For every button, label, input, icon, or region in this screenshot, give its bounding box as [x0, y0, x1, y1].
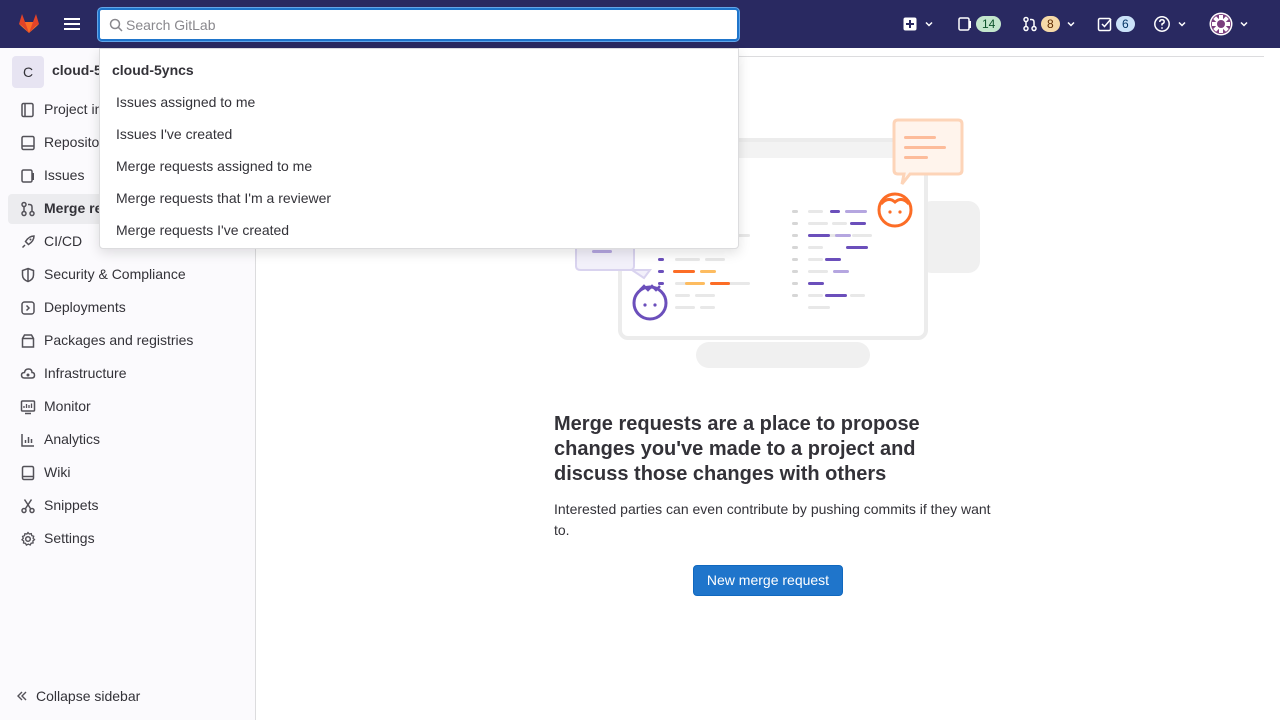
dropdown-item-mrs-assigned[interactable]: Merge requests assigned to me: [116, 158, 312, 174]
top-navbar: 14 8 6: [0, 0, 1280, 48]
chevron-down-icon: [1178, 21, 1186, 27]
search-icon: [109, 18, 123, 32]
sidebar-item-deployments[interactable]: Deployments: [8, 293, 248, 323]
sidebar-item-label: Deployments: [44, 299, 126, 315]
sidebar-item-label: Analytics: [44, 431, 101, 447]
question-icon: [1154, 16, 1170, 32]
empty-state-description: Interested parties can even contribute b…: [554, 501, 991, 538]
cloud-icon: [20, 368, 36, 379]
sidebar-item-label: Wiki: [44, 464, 71, 480]
chevron-down-icon: [1067, 21, 1075, 27]
user-menu[interactable]: [1209, 12, 1249, 36]
sidebar-item-label: Packages and registries: [44, 332, 194, 348]
sidebar-item-label: Snippets: [44, 497, 99, 513]
rocket-icon: [21, 235, 35, 249]
search-suggestions-dropdown: cloud-5yncs Issues assigned to me Issues…: [99, 48, 739, 249]
sidebar-item-analytics[interactable]: Analytics: [8, 425, 248, 455]
project-avatar[interactable]: C: [12, 56, 44, 88]
dropdown-header: cloud-5yncs: [112, 62, 194, 78]
sidebar-item-wiki[interactable]: Wiki: [8, 458, 248, 488]
search-box[interactable]: [98, 8, 739, 41]
sidebar-item-label: Security & Compliance: [44, 266, 186, 282]
sidebar-item-label: Monitor: [44, 398, 91, 414]
user-avatar: [1209, 12, 1233, 36]
merge-request-icon: [21, 201, 35, 217]
sidebar-item-packages-registries[interactable]: Packages and registries: [8, 326, 248, 356]
sidebar-item-label: Issues: [44, 167, 85, 183]
sidebar-item-label: Infrastructure: [44, 365, 127, 381]
create-new-dropdown[interactable]: [902, 14, 934, 34]
chevron-down-icon: [925, 21, 933, 27]
help-dropdown[interactable]: [1153, 14, 1187, 34]
issues-icon: [958, 17, 971, 31]
scissors-icon: [21, 499, 35, 514]
collapse-sidebar-label: Collapse sidebar: [36, 688, 141, 704]
empty-state-title: Merge requests are a place to propose ch…: [554, 413, 920, 485]
chart-icon: [21, 434, 34, 447]
dropdown-item-issues-created[interactable]: Issues I've created: [116, 126, 232, 142]
sidebar-item-label: Settings: [44, 530, 95, 546]
shield-icon: [21, 267, 35, 283]
new-merge-request-button[interactable]: New merge request: [693, 565, 843, 596]
issues-nav[interactable]: 14: [957, 14, 1002, 34]
menu-icon[interactable]: [62, 14, 82, 34]
book-icon: [21, 465, 35, 481]
sidebar-item-infrastructure[interactable]: Infrastructure: [8, 359, 248, 389]
todo-icon: [1097, 17, 1112, 32]
issues-icon: [21, 169, 34, 183]
merge-requests-count-badge: 8: [1041, 16, 1060, 32]
chevron-double-left-icon: [17, 691, 27, 701]
search-input[interactable]: [126, 14, 726, 36]
plus-square-icon: [903, 17, 917, 31]
monitor-icon: [20, 400, 36, 415]
sidebar-item-snippets[interactable]: Snippets: [8, 491, 248, 521]
dropdown-item-issues-assigned[interactable]: Issues assigned to me: [116, 94, 255, 110]
project-icon: [21, 102, 34, 118]
package-icon: [21, 334, 35, 348]
chevron-down-icon: [1240, 21, 1248, 27]
repository-icon: [21, 135, 35, 151]
deployments-icon: [21, 301, 35, 315]
merge-request-icon: [1023, 16, 1037, 32]
merge-requests-nav[interactable]: 8: [1022, 14, 1076, 34]
todos-nav[interactable]: 6: [1097, 14, 1135, 34]
issues-count-badge: 14: [976, 16, 1002, 32]
gear-icon: [21, 531, 36, 546]
sidebar-item-settings[interactable]: Settings: [8, 524, 248, 554]
sidebar-item-monitor[interactable]: Monitor: [8, 392, 248, 422]
dropdown-item-mrs-reviewer[interactable]: Merge requests that I'm a reviewer: [116, 190, 331, 206]
sidebar-item-security-compliance[interactable]: Security & Compliance: [8, 260, 248, 290]
dropdown-item-mrs-created[interactable]: Merge requests I've created: [116, 222, 289, 238]
gitlab-logo-icon[interactable]: [17, 10, 41, 36]
todos-count-badge: 6: [1116, 16, 1135, 32]
sidebar-item-label: CI/CD: [44, 233, 83, 249]
